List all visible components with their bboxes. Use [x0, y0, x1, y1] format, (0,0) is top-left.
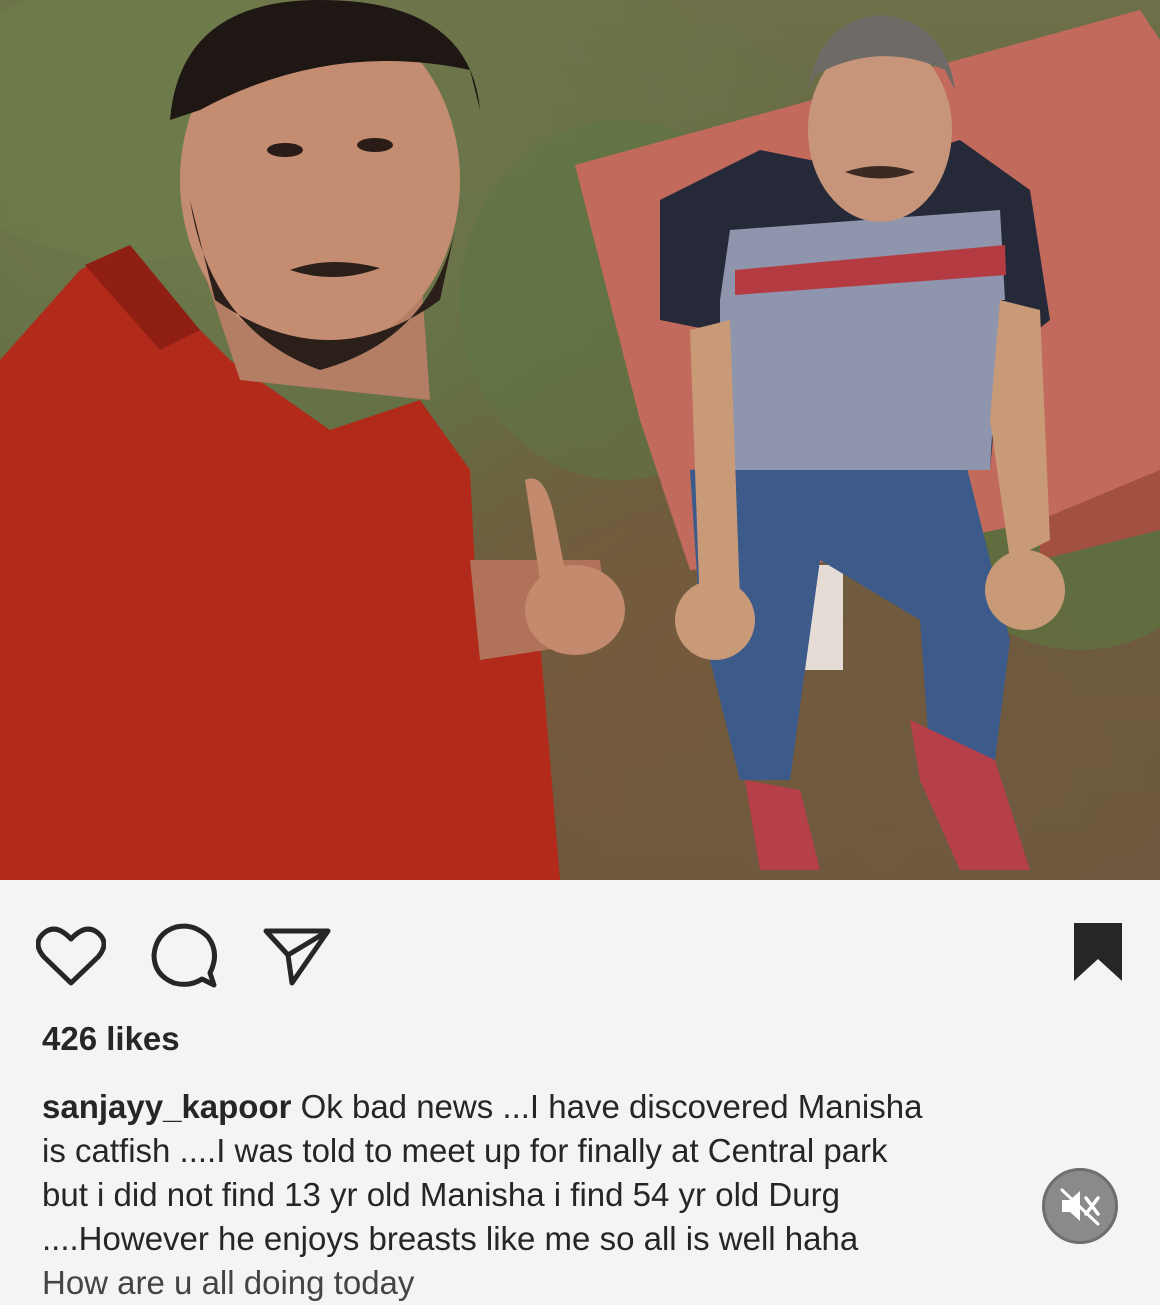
bookmark-icon[interactable] — [1072, 921, 1124, 983]
post-photo[interactable] — [0, 0, 1160, 880]
caption-line-2: is catfish ....I was told to meet up for… — [42, 1132, 888, 1169]
caption-text-1: Ok bad news ...I have discovered Manisha — [300, 1088, 923, 1125]
heart-icon[interactable] — [36, 925, 106, 987]
comment-icon[interactable] — [150, 923, 220, 991]
photo-illustration — [0, 0, 1160, 880]
speaker-muted-icon — [1060, 1188, 1100, 1226]
caption-line-3: but i did not find 13 yr old Manisha i f… — [42, 1176, 840, 1213]
caption-line-5-truncated: How are u all doing today — [42, 1264, 415, 1301]
post-caption: sanjayy_kapoor Ok bad news ...I have dis… — [42, 1085, 1122, 1301]
caption-line-4: ....However he enjoys breasts like me so… — [42, 1220, 859, 1257]
likes-count[interactable]: 426 likes — [42, 1020, 180, 1058]
send-icon[interactable] — [262, 925, 332, 987]
mute-button[interactable] — [1042, 1168, 1118, 1244]
caption-line-1: sanjayy_kapoor Ok bad news ...I have dis… — [42, 1085, 1122, 1129]
post-actions-bar — [0, 895, 1160, 1005]
caption-username[interactable]: sanjayy_kapoor — [42, 1088, 291, 1125]
